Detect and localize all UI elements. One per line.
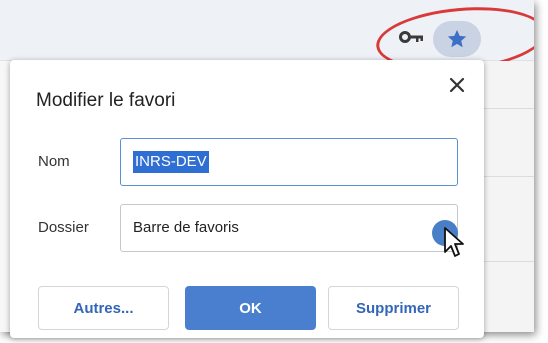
name-label: Nom: [38, 153, 70, 170]
page-content-edge: [484, 61, 534, 332]
folder-label: Dossier: [38, 219, 89, 236]
close-icon[interactable]: [448, 76, 466, 94]
mouse-cursor-icon: [444, 227, 464, 257]
browser-toolbar: [0, 0, 534, 78]
delete-button[interactable]: Supprimer: [328, 286, 459, 330]
edit-bookmark-dialog: Modifier le favori Nom INRS-DEV Dossier …: [10, 60, 484, 338]
name-input[interactable]: INRS-DEV: [120, 138, 458, 186]
name-input-value: INRS-DEV: [133, 151, 209, 173]
folder-select[interactable]: Barre de favoris: [120, 204, 458, 252]
folder-select-value: Barre de favoris: [133, 219, 239, 236]
ok-button[interactable]: OK: [185, 286, 316, 330]
more-button[interactable]: Autres...: [38, 286, 169, 330]
dialog-title: Modifier le favori: [36, 90, 176, 111]
